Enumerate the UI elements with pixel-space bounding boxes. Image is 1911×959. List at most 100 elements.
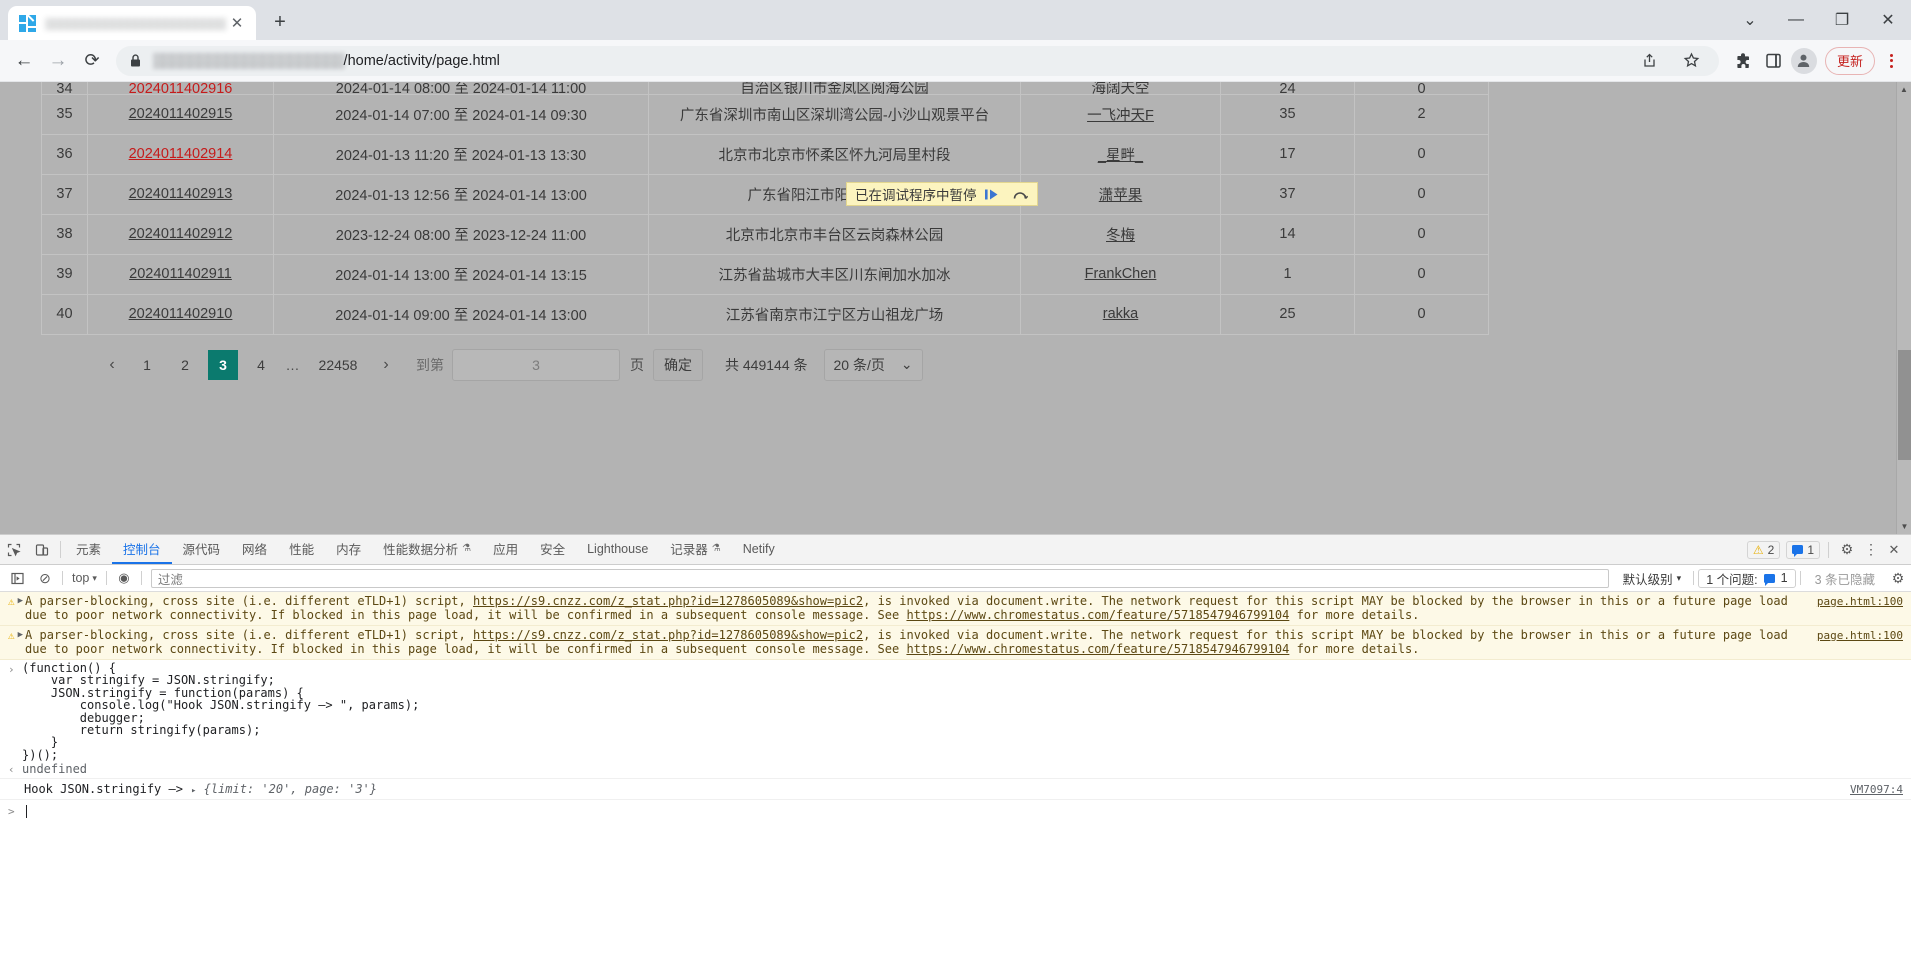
table-row[interactable]: 36 2024011402914 2024-01-13 11:20 至 2024…: [41, 134, 1489, 175]
page-scrollbar[interactable]: ▲ ▼: [1896, 82, 1911, 534]
activity-id-link[interactable]: 2024011402912: [129, 226, 233, 242]
row-user[interactable]: 海阔天空: [1020, 82, 1221, 95]
console-sidebar-icon[interactable]: [3, 572, 31, 585]
inspect-element-icon[interactable]: [0, 535, 28, 564]
device-toolbar-icon[interactable]: [28, 535, 56, 564]
console-warning-row[interactable]: ⚠ ▶ A parser-blocking, cross site (i.e. …: [0, 626, 1911, 660]
row-user[interactable]: 一飞冲天F: [1020, 94, 1221, 135]
execution-context-selector[interactable]: top ▾: [66, 571, 103, 585]
tab-console[interactable]: 控制台: [112, 535, 172, 564]
close-window-icon[interactable]: ✕: [1865, 0, 1911, 40]
table-row[interactable]: 39 2024011402911 2024-01-14 13:00 至 2024…: [41, 254, 1489, 295]
user-link[interactable]: 冬梅: [1106, 228, 1135, 244]
user-link[interactable]: 一飞冲天F: [1087, 108, 1154, 124]
object-expand-icon[interactable]: ▸: [191, 786, 196, 796]
activity-id-link[interactable]: 2024011402916: [129, 82, 233, 93]
resume-script-icon[interactable]: [979, 184, 1005, 204]
devtools-close-icon[interactable]: ✕: [1885, 542, 1903, 558]
tab-recorder[interactable]: 记录器 ⚗: [659, 535, 731, 564]
tab-search-icon[interactable]: ⌄: [1727, 0, 1773, 40]
back-icon[interactable]: ←: [8, 45, 40, 77]
user-link[interactable]: FrankChen: [1085, 266, 1157, 282]
log-source-link[interactable]: VM7097:4: [1850, 783, 1903, 796]
console-input-row[interactable]: >: [0, 800, 1911, 818]
row-activity-id[interactable]: 2024011402910: [87, 294, 274, 335]
activity-id-link[interactable]: 2024011402911: [129, 266, 232, 282]
page-size-select[interactable]: 20 条/页 ⌄: [823, 348, 923, 381]
side-panel-icon[interactable]: [1759, 48, 1789, 74]
tab-performance-insights[interactable]: 性能数据分析 ⚗: [372, 535, 482, 564]
warning-link-1[interactable]: https://s9.cnzz.com/z_stat.php?id=127860…: [473, 594, 863, 608]
new-tab-button[interactable]: +: [266, 8, 294, 36]
warning-link-1[interactable]: https://s9.cnzz.com/z_stat.php?id=127860…: [473, 628, 863, 642]
console-settings-gear-icon[interactable]: ⚙: [1885, 570, 1911, 587]
console-warning-row[interactable]: ⚠ ▶ A parser-blocking, cross site (i.e. …: [0, 592, 1911, 626]
browser-menu-icon[interactable]: [1879, 53, 1903, 68]
step-over-icon[interactable]: [1007, 184, 1033, 204]
activity-id-link[interactable]: 2024011402914: [129, 146, 233, 162]
activity-id-link[interactable]: 2024011402915: [129, 106, 233, 122]
page-button-3-active[interactable]: 3: [208, 349, 238, 380]
console-filter-input[interactable]: 过滤: [150, 568, 1609, 588]
log-level-selector[interactable]: 默认级别 ▾: [1615, 569, 1690, 588]
table-row[interactable]: 34 2024011402916 2024-01-14 08:00 至 2024…: [41, 82, 1489, 95]
prev-page-icon[interactable]: ‹: [96, 349, 128, 381]
console-body[interactable]: ⚠ ▶ A parser-blocking, cross site (i.e. …: [0, 592, 1911, 959]
reload-icon[interactable]: ⟳: [76, 45, 108, 77]
row-activity-id[interactable]: 2024011402911: [87, 254, 274, 295]
tab-network[interactable]: 网络: [231, 535, 278, 564]
console-log-object[interactable]: ▸ {limit: '20', page: '3'}: [191, 782, 377, 796]
share-icon[interactable]: [1637, 48, 1663, 74]
tab-memory[interactable]: 内存: [325, 535, 372, 564]
update-button[interactable]: 更新: [1824, 46, 1875, 75]
minimize-icon[interactable]: —: [1773, 0, 1819, 40]
issues-button[interactable]: 1 个问题: 1: [1698, 568, 1796, 588]
row-user[interactable]: 潇苹果: [1020, 174, 1221, 215]
tab-performance[interactable]: 性能: [278, 535, 325, 564]
row-activity-id[interactable]: 2024011402914: [87, 134, 274, 175]
tab-application[interactable]: 应用: [482, 535, 529, 564]
user-link[interactable]: 潇苹果: [1099, 188, 1143, 204]
scroll-down-icon[interactable]: ▼: [1897, 519, 1911, 534]
row-user[interactable]: 冬梅: [1020, 214, 1221, 255]
page-button-last[interactable]: 22458: [310, 350, 366, 380]
page-button-1[interactable]: 1: [132, 350, 162, 380]
warning-link-2[interactable]: https://www.chromestatus.com/feature/571…: [906, 608, 1289, 622]
confirm-button[interactable]: 确定: [653, 348, 703, 381]
row-user[interactable]: FrankChen: [1020, 254, 1221, 295]
browser-tab[interactable]: ▒▒▒▒▒▒▒▒▒▒▒▒▒▒▒▒▒▒▒▒▒▒▒▒▒▒▒▒▒▒▒▒▒▒▒▒ ✕: [8, 6, 256, 40]
tab-lighthouse[interactable]: Lighthouse: [576, 535, 659, 564]
maximize-icon[interactable]: ❐: [1819, 0, 1865, 40]
next-page-icon[interactable]: ›: [370, 349, 402, 381]
scrollbar-thumb[interactable]: [1898, 350, 1911, 460]
close-tab-icon[interactable]: ✕: [226, 12, 248, 34]
expand-arrow-icon[interactable]: ▶: [18, 594, 23, 622]
address-bar[interactable]: ▒▒▒▒▒▒▒▒▒▒▒▒▒▒▒▒▒▒▒▒▒/home/activity/page…: [116, 45, 1719, 76]
tab-security[interactable]: 安全: [529, 535, 576, 564]
forward-icon[interactable]: →: [42, 45, 74, 77]
table-row[interactable]: 37 2024011402913 2024-01-13 12:56 至 2024…: [41, 174, 1489, 215]
scroll-up-icon[interactable]: ▲: [1897, 82, 1911, 97]
warning-count-badge[interactable]: ⚠ 2: [1746, 540, 1781, 559]
user-link[interactable]: 海阔天空: [1092, 82, 1150, 93]
row-user[interactable]: rakka: [1020, 294, 1221, 335]
expand-arrow-icon[interactable]: ▶: [18, 628, 23, 656]
bookmark-star-icon[interactable]: [1679, 48, 1705, 74]
profile-avatar[interactable]: [1790, 47, 1817, 74]
live-expression-eye-icon[interactable]: ◉: [110, 570, 138, 586]
user-link[interactable]: _星畔_: [1098, 148, 1143, 164]
goto-page-input[interactable]: 3: [452, 348, 620, 381]
row-activity-id[interactable]: 2024011402915: [87, 94, 274, 135]
page-button-4[interactable]: 4: [246, 350, 276, 380]
table-row[interactable]: 35 2024011402915 2024-01-14 07:00 至 2024…: [41, 94, 1489, 135]
tab-elements[interactable]: 元素: [65, 535, 112, 564]
table-row[interactable]: 40 2024011402910 2024-01-14 09:00 至 2024…: [41, 294, 1489, 335]
page-button-2[interactable]: 2: [170, 350, 200, 380]
clear-console-icon[interactable]: ⊘: [31, 570, 59, 587]
row-activity-id[interactable]: 2024011402913: [87, 174, 274, 215]
table-row[interactable]: 38 2024011402912 2023-12-24 08:00 至 2023…: [41, 214, 1489, 255]
row-user[interactable]: _星畔_: [1020, 134, 1221, 175]
warning-source-link[interactable]: page.html:100: [1817, 629, 1903, 642]
row-activity-id[interactable]: 2024011402916: [87, 82, 274, 95]
tab-netify[interactable]: Netify: [732, 535, 786, 564]
